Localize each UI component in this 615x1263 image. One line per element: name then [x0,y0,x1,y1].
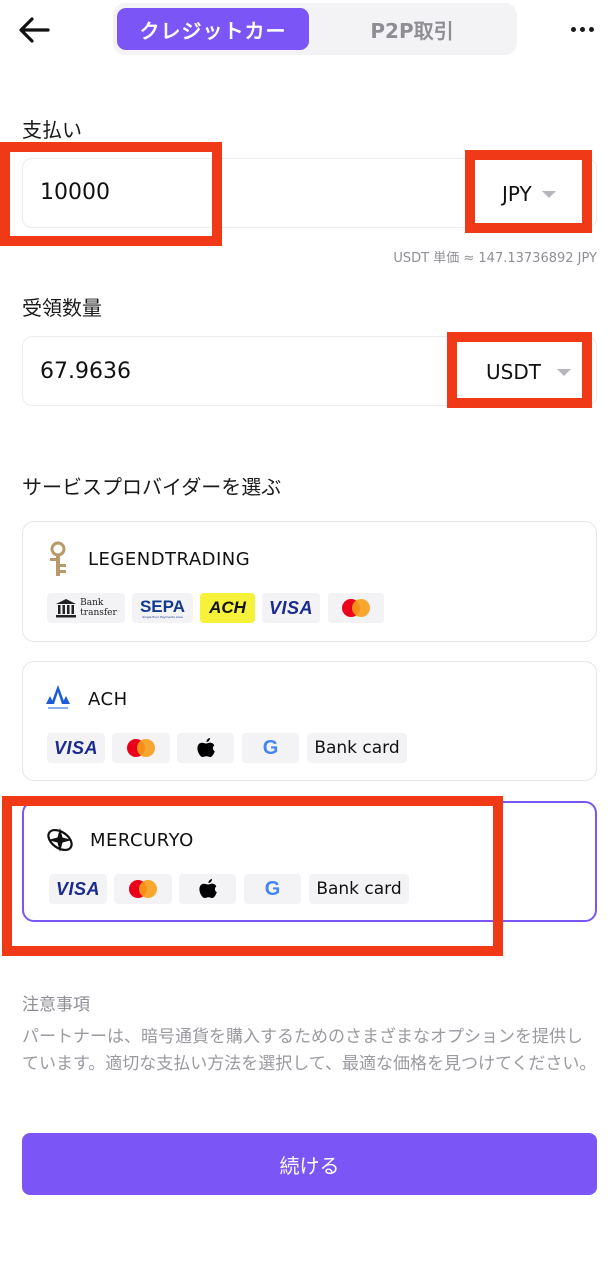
google-g-icon: G [264,877,281,900]
bank-card-label: Bank card [316,879,402,899]
ach-chip: ACH [200,593,255,623]
tab-credit-card[interactable]: クレジットカー [117,8,309,50]
sepa-chip: SEPA Single Euro Payments Area [132,593,193,623]
back-button[interactable] [14,10,54,50]
ach-provider-logo-icon [46,685,70,709]
mercuryo-logo-icon [47,828,73,852]
bank-transfer-chip: Bank transfer [47,593,125,623]
apple-pay-chip [179,874,236,904]
provider-name: LEGENDTRADING [88,549,251,570]
provider-card-legendtrading[interactable] [22,521,597,642]
visa-chip: VISA [47,733,105,763]
notes-body: パートナーは、暗号通貨を購入するためのさまざまなオプションを提供しています。適切… [22,1027,597,1074]
caret-down-icon [541,190,556,198]
dot-icon [570,26,576,32]
provider-name: MERCURYO [90,830,194,851]
provider-card-mercuryo[interactable] [22,801,597,922]
provider-name: ACH [88,689,128,710]
bank-card-label: Bank card [314,738,400,758]
bank-transfer-line2: transfer [80,608,117,618]
bank-card-chip: Bank card [307,733,407,763]
receive-amount-input[interactable]: 67.9636 [40,359,131,384]
google-pay-chip: G [244,874,301,904]
ach-logo: ACH [209,598,246,617]
receive-currency-label: USDT [486,360,541,384]
bank-transfer-line1: Bank [80,598,104,608]
bank-icon [56,599,77,618]
payment-currency-label: JPY [502,182,532,206]
receive-label: 受領数量 [22,296,102,320]
visa-chip: VISA [49,874,107,904]
payment-currency-select[interactable]: JPY [502,182,556,206]
providers-title: サービスプロバイダーを選ぶ [22,475,282,499]
mastercard-icon [342,599,370,617]
key-icon [50,541,66,576]
visa-logo: VISA [55,878,100,899]
tab-p2p[interactable]: P2P取引 [312,8,512,50]
sepa-subtitle: Single Euro Payments Area [142,614,183,619]
continue-button[interactable]: 続ける [22,1133,597,1195]
mastercard-chip [328,593,384,623]
dot-icon [588,26,594,32]
rate-text: USDT 単価 ≈ 147.13736892 JPY [393,251,597,266]
more-menu-button[interactable] [558,12,606,46]
caret-down-icon [556,368,571,376]
payment-label: 支払い [22,118,82,142]
arrow-left-icon [19,17,50,43]
apple-pay-chip [177,733,234,763]
apple-icon [196,738,215,757]
bank-card-chip: Bank card [309,874,409,904]
mastercard-chip [112,733,170,763]
sepa-logo: SEPA [139,596,186,616]
payment-amount-input[interactable]: 10000 [40,180,110,205]
apple-icon [198,879,217,898]
google-g-icon: G [262,736,279,759]
provider-card-ach[interactable] [22,661,597,781]
google-pay-chip: G [242,733,299,763]
visa-chip: VISA [262,593,320,623]
mastercard-icon [127,739,155,757]
visa-logo: VISA [268,597,313,618]
dot-icon [579,26,585,32]
receive-currency-select[interactable]: USDT [486,360,571,384]
notes-title: 注意事項 [22,995,90,1015]
visa-logo: VISA [53,737,98,758]
mastercard-icon [129,880,157,898]
mastercard-chip [114,874,172,904]
